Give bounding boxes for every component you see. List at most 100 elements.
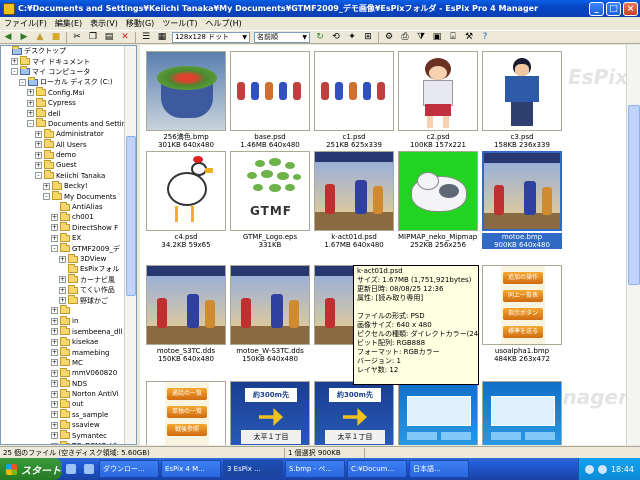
forward-arrow-icon[interactable]: ▶ (18, 32, 30, 43)
taskbar-button[interactable]: EsPix 4 M... (161, 460, 221, 478)
tree-item[interactable]: EsPixフォル (1, 263, 136, 274)
minimize-button[interactable]: _ (589, 1, 604, 16)
thumbnail-item[interactable]: base.psd 1.46MB 640x480 (230, 51, 310, 149)
folder-tree[interactable]: デスクトップ + マイ ドキュメント - マイ コンピュータ - ローカル ディスク (C:… (0, 45, 137, 445)
expand-icon[interactable]: + (51, 369, 58, 377)
expand-icon[interactable]: + (59, 297, 66, 305)
expand-icon[interactable]: + (51, 224, 58, 232)
up-folder-icon[interactable]: ▲ (34, 32, 46, 43)
refresh-icon[interactable]: ↻ (314, 32, 326, 43)
tree-item[interactable]: + ch001 (1, 211, 136, 222)
thumbnail-scrollbar[interactable] (626, 45, 640, 445)
delete-icon[interactable]: ✕ (119, 32, 131, 43)
thumbnail-item[interactable]: c3.psd 158KB 236x339 (482, 51, 562, 149)
tree-item[interactable]: + ss_sample (1, 409, 136, 420)
expand-icon[interactable]: + (51, 307, 58, 315)
tree-item[interactable]: + mmV060820 (1, 367, 136, 378)
tree-item[interactable]: - Documents and Settings (1, 118, 136, 129)
slideshow-icon[interactable]: ▣ (431, 32, 443, 43)
expand-icon[interactable]: + (51, 338, 58, 346)
tree-item[interactable]: + 野球かご (1, 295, 136, 305)
expand-icon[interactable]: + (59, 286, 66, 294)
tray-icon[interactable] (584, 464, 594, 474)
collapse-icon[interactable]: - (35, 172, 42, 180)
tree-item[interactable]: - マイ コンピュータ (1, 66, 136, 77)
thumbnail-item[interactable]: 256満色.bmp 301KB 640x480 (146, 51, 226, 149)
expand-icon[interactable]: + (51, 432, 58, 440)
tree-item[interactable]: AntiAlias (1, 201, 136, 212)
tree-item[interactable]: + Cypress (1, 97, 136, 108)
properties-icon[interactable]: ⌸ (447, 32, 459, 43)
collapse-icon[interactable]: - (11, 68, 18, 76)
tree-item[interactable]: + MC (1, 357, 136, 368)
tree-item[interactable]: + Norton AntiVi (1, 388, 136, 399)
tree-item[interactable]: - My Documents (1, 191, 136, 201)
expand-icon[interactable]: + (51, 442, 58, 444)
tree-item[interactable]: + kisekae (1, 336, 136, 347)
close-button[interactable]: × (623, 1, 638, 16)
expand-icon[interactable]: + (43, 182, 50, 190)
expand-icon[interactable]: + (35, 130, 42, 138)
tree-item[interactable]: デスクトップ (1, 46, 136, 56)
thumbnail-pane[interactable]: EsPix manager 256満色.bmp 301KB 640x480 base… (140, 45, 640, 445)
expand-icon[interactable]: + (27, 99, 34, 107)
tree-scrollbar-thumb[interactable] (126, 136, 136, 296)
tool-icon[interactable]: ⚒ (463, 32, 475, 43)
menu-help[interactable]: ヘルプ(H) (201, 18, 245, 29)
sort-order-select[interactable]: 名前順 ▼ (254, 31, 310, 43)
expand-icon[interactable]: + (11, 58, 18, 66)
collapse-icon[interactable]: - (19, 78, 26, 86)
print-icon[interactable]: ⎙ (399, 32, 411, 43)
tree-item[interactable]: - ローカル ディスク (C:) (1, 76, 136, 87)
tree-item[interactable]: + Becky! (1, 180, 136, 191)
tree-item[interactable]: + ssaview (1, 419, 136, 430)
thumbnail-item[interactable]: motoe_S3TC.dds 150KB 640x480 (146, 265, 226, 363)
expand-icon[interactable]: + (59, 255, 66, 263)
tree-item[interactable]: + isembeena_dll (1, 326, 136, 337)
thumbnail-item[interactable]: 通話の一覧 単独の一覧 戦後参照 (146, 381, 226, 445)
thumbnail-item[interactable]: GTMF GTMF_Logo.eps 331KB (230, 151, 310, 249)
tree-item[interactable]: - Keiichi Tanaka (1, 170, 136, 181)
quicklaunch-icon[interactable] (66, 464, 76, 474)
expand-icon[interactable]: + (35, 161, 42, 169)
taskbar-button[interactable]: C:¥Docum... (347, 460, 407, 478)
tree-item[interactable]: + DirectShow F (1, 222, 136, 233)
tree-item[interactable]: + EX (1, 232, 136, 243)
thumbnail-scrollbar-thumb[interactable] (628, 105, 640, 285)
tree-item[interactable]: - GTMF2009_デ (1, 243, 136, 253)
collapse-icon[interactable]: - (43, 193, 50, 201)
expand-icon[interactable]: + (35, 141, 42, 149)
tree-item[interactable]: + out (1, 398, 136, 409)
tree-item[interactable]: + NDS (1, 378, 136, 389)
rotate-icon[interactable]: ⟲ (330, 32, 342, 43)
tree-item[interactable]: + (1, 305, 136, 316)
expand-icon[interactable]: + (51, 390, 58, 398)
copy-icon[interactable]: ❐ (87, 32, 99, 43)
tree-item[interactable]: + dell (1, 108, 136, 118)
thumbnail-item[interactable] (482, 381, 562, 445)
grid-icon[interactable]: ⊞ (362, 32, 374, 43)
thumbnail-item[interactable]: MIPMAP_neko_Mipmap.is 252KB 256x256 (398, 151, 478, 249)
expand-icon[interactable]: + (51, 380, 58, 388)
expand-icon[interactable]: + (35, 151, 42, 159)
thumbnail-size-select[interactable]: 128x128 ドット ▼ (172, 31, 250, 43)
thumbnail-item[interactable]: 約300m先太平１丁目縮退検索 (230, 381, 310, 445)
thumbnail-item[interactable] (398, 381, 478, 445)
tree-scrollbar[interactable] (124, 46, 136, 444)
thumbnail-item[interactable]: k-act01d.psd 1.67MB 640x480 (314, 151, 394, 249)
help-icon[interactable]: ? (479, 32, 491, 43)
menu-tools[interactable]: ツール(T) (158, 18, 201, 29)
tree-item[interactable]: + demo (1, 149, 136, 160)
tree-item[interactable]: + Guest (1, 159, 136, 170)
maximize-button[interactable]: □ (606, 1, 621, 16)
expand-icon[interactable]: + (51, 400, 58, 408)
expand-icon[interactable]: + (51, 359, 58, 367)
taskbar-button-active[interactable]: 3 EsPix ... (223, 460, 283, 478)
tree-item[interactable]: + All Users (1, 139, 136, 150)
start-button[interactable]: スタート (0, 458, 62, 480)
expand-icon[interactable]: + (27, 89, 34, 97)
expand-icon[interactable]: + (51, 349, 58, 357)
expand-icon[interactable]: + (51, 411, 58, 419)
menu-view[interactable]: 表示(V) (86, 18, 122, 29)
tree-item[interactable]: + mamebing (1, 347, 136, 357)
